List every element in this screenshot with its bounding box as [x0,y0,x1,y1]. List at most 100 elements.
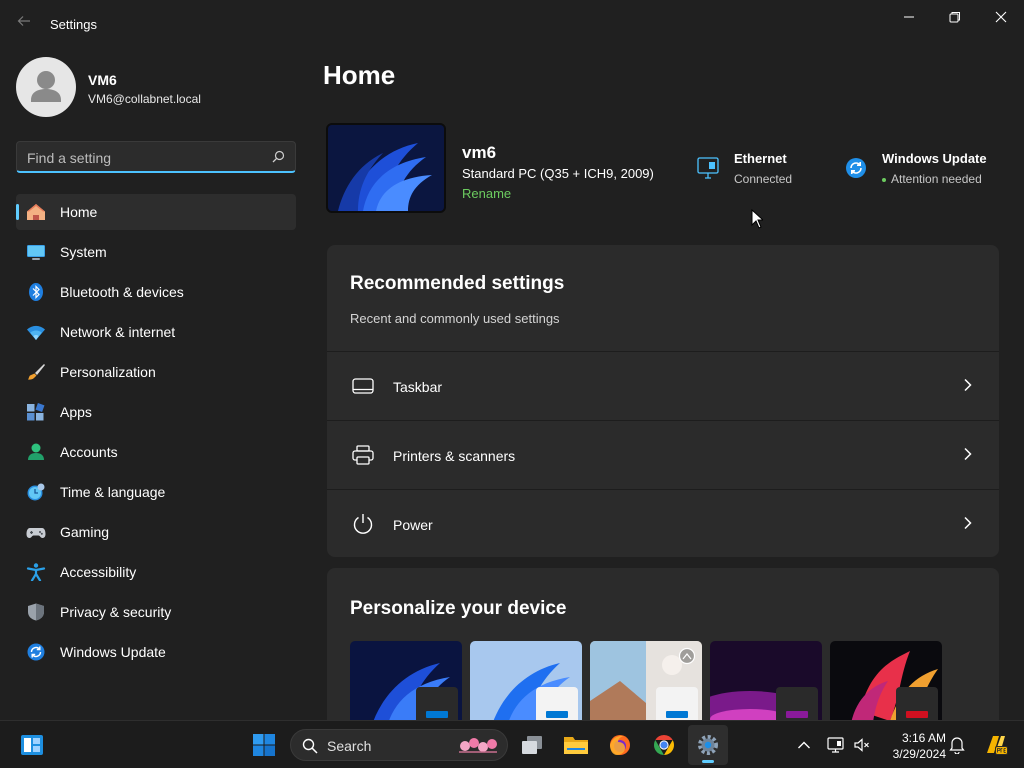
notifications-button[interactable] [946,725,968,765]
user-silhouette-icon [31,71,61,102]
sidebar-nav: Home System Bluetooth & devices Network … [16,194,296,674]
firefox-icon [610,735,630,755]
taskbar-search-label: Search [327,738,372,754]
close-icon [995,11,1007,23]
accessibility-icon [26,563,46,581]
theme-accent-swatch [426,711,448,718]
back-arrow-icon [17,16,30,26]
ethernet-tray-icon [827,737,844,753]
search-icon[interactable] [272,150,285,163]
start-button[interactable] [244,725,284,765]
update-icon [846,158,866,178]
back-button[interactable] [10,12,38,36]
recommended-item-power[interactable]: Power [327,489,999,557]
recommended-item-label: Power [393,517,433,533]
bluetooth-icon [29,283,43,301]
theme-thumbnail-light-bloom[interactable] [470,641,582,728]
copilot-preview-icon [987,736,1008,755]
search-icon [302,738,318,754]
sidebar-item-apps[interactable]: Apps [16,394,296,430]
device-wallpaper-thumbnail[interactable] [326,123,446,213]
sidebar-item-label: Network & internet [60,324,176,340]
sidebar-item-personalization[interactable]: Personalization [16,354,296,390]
home-icon [27,204,45,220]
folder-icon [564,737,588,754]
theme-accent-swatch [906,711,928,718]
taskbar-clock[interactable]: 3:16 AM 3/29/2024 [880,730,946,762]
theme-thumbnail-dark-bloom[interactable] [350,641,462,728]
sidebar-item-label: Home [60,204,98,220]
profile-name: VM6 [88,72,117,88]
sidebar-item-privacy[interactable]: Privacy & security [16,594,296,630]
firefox-button[interactable] [600,725,640,765]
sidebar-item-label: Privacy & security [60,604,172,620]
network-tray-button[interactable] [822,725,850,765]
chrome-icon [654,735,674,755]
bloom-wallpaper-image [328,125,444,211]
device-model: Standard PC (Q35 + ICH9, 2009) [462,166,654,181]
page-title: Home [323,60,396,90]
sidebar-item-label: Personalization [60,364,156,380]
ethernet-icon [697,157,719,179]
sidebar-item-label: System [60,244,107,260]
theme-selector-icon [678,647,696,665]
system-icon [27,245,45,260]
minimize-button[interactable] [886,4,932,30]
attention-dot-icon [882,177,886,182]
personalize-title: Personalize your device [350,598,567,619]
windows-logo-icon [253,734,275,756]
sidebar-item-label: Accounts [60,444,118,460]
volume-tray-button[interactable] [850,725,874,765]
recommended-settings-subtitle: Recent and commonly used settings [350,311,560,326]
sidebar-item-time-language[interactable]: Time & language [16,474,296,510]
show-hidden-icons-button[interactable] [786,725,822,765]
task-view-icon [522,736,542,754]
sidebar-item-label: Windows Update [60,644,166,660]
sidebar-item-label: Gaming [60,524,110,540]
ethernet-status-text: Connected [734,172,793,186]
sidebar-item-gaming[interactable]: Gaming [16,514,296,550]
search-highlight-icon [459,738,497,753]
sidebar-item-accessibility[interactable]: Accessibility [16,554,296,590]
sidebar-item-windows-update[interactable]: Windows Update [16,634,296,670]
widgets-button[interactable] [12,725,52,765]
theme-thumbnail-flow[interactable] [830,641,942,728]
recommended-item-printers[interactable]: Printers & scanners [327,420,999,488]
recommended-item-label: Taskbar [393,379,443,395]
sidebar-item-home[interactable]: Home [16,194,296,230]
chrome-button[interactable] [644,725,684,765]
sidebar-item-accounts[interactable]: Accounts [16,434,296,470]
sidebar-item-label: Time & language [60,484,166,500]
theme-accent-swatch [546,711,568,718]
power-icon [353,514,373,534]
gamepad-icon [26,528,46,538]
taskbar-search-box[interactable]: Search [290,729,508,761]
sidebar-item-bluetooth[interactable]: Bluetooth & devices [16,274,296,310]
recommended-settings-card: Recommended settings Recent and commonly… [327,245,999,557]
clock-time: 3:16 AM [901,731,946,745]
brush-icon [28,364,45,380]
task-view-button[interactable] [512,725,552,765]
theme-thumbnail-captured-motion[interactable] [590,641,702,728]
theme-accent-swatch [786,711,808,718]
sidebar-item-network[interactable]: Network & internet [16,314,296,350]
app-title: Settings [50,17,97,32]
profile-email: VM6@collabnet.local [88,92,201,106]
copilot-preview-button[interactable] [976,725,1016,765]
minimize-icon [904,16,914,18]
printer-icon [352,445,374,465]
sidebar-item-system[interactable]: System [16,234,296,270]
settings-app-button[interactable] [688,725,728,765]
close-button[interactable] [978,4,1024,30]
file-explorer-button[interactable] [556,725,596,765]
theme-thumbnail-glow[interactable] [710,641,822,728]
recommended-settings-title: Recommended settings [350,273,565,294]
rename-link[interactable]: Rename [462,186,511,201]
device-name: vm6 [462,143,497,162]
find-setting-box [16,141,296,173]
find-setting-input[interactable] [27,148,257,168]
restore-button[interactable] [932,4,978,30]
active-app-indicator [702,760,714,763]
windows-update-status-label: Attention needed [891,172,982,186]
recommended-item-taskbar[interactable]: Taskbar [327,351,999,419]
